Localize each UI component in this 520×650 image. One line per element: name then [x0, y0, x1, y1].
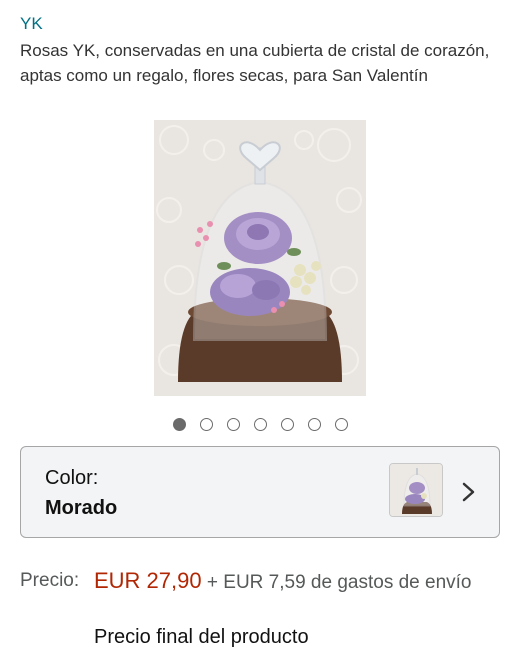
color-variant-selector[interactable]: Color: Morado: [20, 446, 500, 538]
shipping-cost: + EUR 7,59 de gastos de envío: [201, 572, 472, 593]
carousel-dot[interactable]: [280, 418, 294, 431]
product-page: YK Rosas YK, conservadas en una cubierta…: [0, 0, 520, 650]
product-image[interactable]: [154, 120, 366, 396]
final-price-label: Precio final del producto: [94, 626, 309, 648]
product-title: Rosas YK, conservadas en una cubierta de…: [20, 41, 490, 85]
brand-link[interactable]: YK: [20, 14, 43, 34]
price-label: Precio:: [20, 570, 80, 591]
carousel-dot[interactable]: [172, 418, 186, 431]
variant-value: Morado: [45, 497, 118, 519]
variant-thumbnail: [389, 463, 443, 517]
price-body: EUR 27,90 + EUR 7,59 de gastos de envío: [94, 566, 500, 597]
price-amount: EUR 27,90: [94, 568, 202, 593]
carousel-dot[interactable]: [226, 418, 240, 431]
carousel-dot[interactable]: [199, 418, 213, 431]
carousel-dot[interactable]: [307, 418, 321, 431]
chevron-right-icon: [462, 482, 475, 502]
carousel-dot[interactable]: [334, 418, 348, 431]
image-carousel-dots: [0, 418, 520, 431]
carousel-dot[interactable]: [253, 418, 267, 431]
variant-label: Color:: [45, 467, 99, 489]
